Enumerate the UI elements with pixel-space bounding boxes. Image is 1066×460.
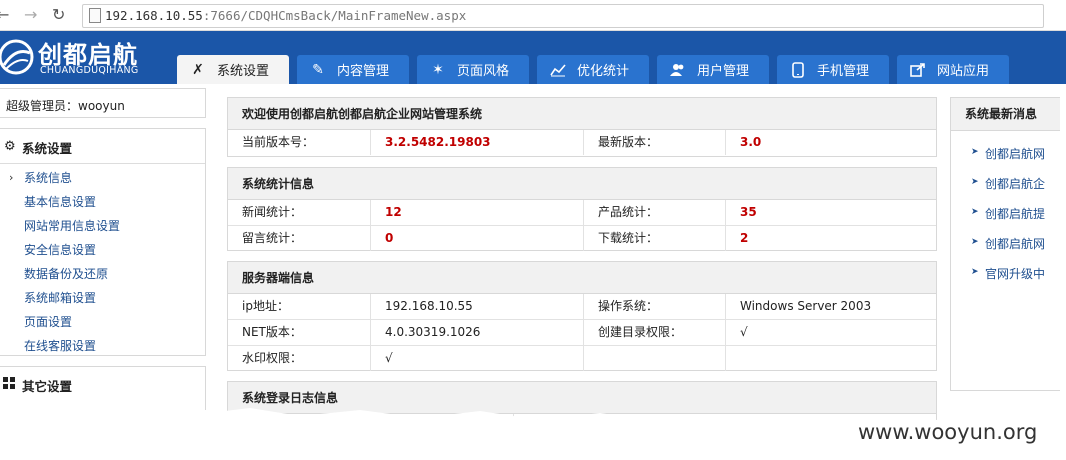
bullet-icon: ➤ bbox=[971, 267, 979, 277]
bullet-icon: ➤ bbox=[971, 237, 979, 247]
server-row: 水印权限： √ bbox=[228, 346, 936, 371]
admin-info: 超级管理员：wooyun bbox=[0, 88, 206, 118]
gear-icon: ⚙ bbox=[4, 139, 16, 154]
bullet-icon: ➤ bbox=[971, 207, 979, 217]
browser-toolbar: ← → ↻ 192.168.10.55:7666/CDQHCmsBack/Mai… bbox=[0, 0, 1066, 31]
stats-row: 新闻统计： 12 产品统计： 35 bbox=[228, 200, 936, 226]
latest-version-value: 3.0 bbox=[740, 135, 762, 149]
users-icon bbox=[669, 61, 687, 79]
tab-page-style[interactable]: ✶ 页面风格 bbox=[417, 55, 529, 84]
news-item[interactable]: 创都启航网 bbox=[985, 235, 1045, 252]
sidebar-item-common-info[interactable]: 网站常用信息设置 bbox=[24, 217, 120, 234]
sidebar-item-security[interactable]: 安全信息设置 bbox=[24, 241, 96, 258]
stats-section: 系统统计信息 新闻统计： 12 产品统计： 35 留言统计： 0 下载统计： 2 bbox=[227, 167, 937, 251]
watermark-permission-value: √ bbox=[385, 351, 393, 365]
tab-content-management[interactable]: ✎ 内容管理 bbox=[297, 55, 409, 84]
bullet-icon: ➤ bbox=[971, 177, 979, 187]
tab-mobile-management[interactable]: 手机管理 bbox=[777, 55, 889, 84]
watermark-text: www.wooyun.org bbox=[858, 420, 1038, 444]
line-chart-icon bbox=[549, 61, 567, 79]
app-header: 创都启航 CHUANGDUQIHANG ✗ 系统设置 ✎ 内容管理 ✶ 页面风格… bbox=[0, 31, 1066, 84]
sidebar-section-header[interactable]: ⚙ 系统设置 bbox=[0, 129, 205, 164]
downloads-stat-value: 2 bbox=[740, 231, 749, 245]
bullet-icon: ➤ bbox=[971, 147, 979, 157]
watermark-permission-label: 水印权限： bbox=[242, 351, 303, 365]
news-stat-value: 12 bbox=[385, 205, 402, 219]
news-item[interactable]: 创都启航提 bbox=[985, 205, 1045, 222]
wrench-icon: ✗ bbox=[192, 61, 204, 78]
grid-icon bbox=[3, 377, 16, 390]
tab-website-apps[interactable]: 网站应用 bbox=[897, 55, 1009, 84]
news-item[interactable]: 官网升级中 bbox=[985, 265, 1045, 282]
ip-label: ip地址： bbox=[242, 299, 289, 313]
sidebar-item-backup[interactable]: 数据备份及还原 bbox=[24, 265, 108, 282]
external-link-icon bbox=[909, 61, 927, 79]
welcome-section: 欢迎使用创都启航创都启航企业网站管理系统 当前版本号： 3.2.5482.198… bbox=[227, 97, 937, 157]
dir-permission-label: 创建目录权限： bbox=[598, 325, 683, 339]
current-version-label: 当前版本号： bbox=[242, 135, 315, 149]
messages-stat-label: 留言统计： bbox=[242, 231, 303, 245]
products-stat-value: 35 bbox=[740, 205, 757, 219]
sidebar-menu: ⚙ 系统设置 › 系统信息 基本信息设置 网站常用信息设置 安全信息设置 数据备… bbox=[0, 128, 206, 356]
back-arrow-icon[interactable]: ← bbox=[0, 5, 9, 24]
address-bar[interactable]: 192.168.10.55:7666/CDQHCmsBack/MainFrame… bbox=[82, 4, 1044, 28]
messages-stat-value: 0 bbox=[385, 231, 394, 245]
server-row: NET版本： 4.0.30319.1026 创建目录权限： √ bbox=[228, 320, 936, 346]
stats-row: 留言统计： 0 下载统计： 2 bbox=[228, 226, 936, 251]
sidebar-item-system-info[interactable]: 系统信息 bbox=[24, 169, 72, 186]
tab-optimization-stats[interactable]: 优化统计 bbox=[537, 55, 649, 84]
reload-icon[interactable]: ↻ bbox=[52, 5, 65, 24]
tab-system-settings[interactable]: ✗ 系统设置 bbox=[177, 55, 289, 84]
logo-swirl-icon bbox=[0, 39, 34, 75]
news-item[interactable]: 创都启航网 bbox=[985, 145, 1045, 162]
logo-subtitle: CHUANGDUQIHANG bbox=[40, 65, 139, 76]
admin-label: 超级管理员：wooyun bbox=[6, 99, 125, 113]
page-icon bbox=[89, 8, 101, 23]
url-text[interactable]: 192.168.10.55:7666/CDQHCmsBack/MainFrame… bbox=[105, 8, 466, 23]
sidebar-item-basic-info[interactable]: 基本信息设置 bbox=[24, 193, 96, 210]
net-version-value: 4.0.30319.1026 bbox=[385, 325, 481, 339]
os-label: 操作系统： bbox=[598, 299, 659, 313]
version-row: 当前版本号： 3.2.5482.19803 最新版本： 3.0 bbox=[228, 130, 936, 155]
server-row: ip地址： 192.168.10.55 操作系统： Windows Server… bbox=[228, 294, 936, 320]
chevron-right-icon: › bbox=[9, 171, 14, 184]
downloads-stat-label: 下载统计： bbox=[598, 231, 659, 245]
products-stat-label: 产品统计： bbox=[598, 205, 659, 219]
stats-title: 系统统计信息 bbox=[228, 168, 936, 200]
os-value: Windows Server 2003 bbox=[740, 299, 872, 313]
forward-arrow-icon[interactable]: → bbox=[24, 5, 37, 24]
server-title: 服务器端信息 bbox=[228, 262, 936, 294]
tab-user-management[interactable]: 用户管理 bbox=[657, 55, 769, 84]
news-item[interactable]: 创都启航企 bbox=[985, 175, 1045, 192]
edit-icon: ✎ bbox=[312, 61, 324, 78]
ip-value: 192.168.10.55 bbox=[385, 299, 473, 313]
sidebar-item-page[interactable]: 页面设置 bbox=[24, 313, 72, 330]
current-version-value: 3.2.5482.19803 bbox=[385, 135, 491, 149]
news-panel: 系统最新消息 ➤ 创都启航网 ➤ 创都启航企 ➤ 创都启航提 ➤ 创都启航网 ➤… bbox=[950, 97, 1060, 391]
net-version-label: NET版本： bbox=[242, 325, 302, 339]
mobile-icon bbox=[789, 61, 807, 79]
news-stat-label: 新闻统计： bbox=[242, 205, 303, 219]
latest-version-label: 最新版本： bbox=[598, 135, 659, 149]
server-section: 服务器端信息 ip地址： 192.168.10.55 操作系统： Windows… bbox=[227, 261, 937, 371]
dir-permission-value: √ bbox=[740, 325, 748, 339]
welcome-title: 欢迎使用创都启航创都启航企业网站管理系统 bbox=[228, 98, 936, 130]
sidebar-item-online-service[interactable]: 在线客服设置 bbox=[24, 337, 96, 354]
news-title: 系统最新消息 bbox=[951, 98, 1060, 131]
sidebar-item-mail[interactable]: 系统邮箱设置 bbox=[24, 289, 96, 306]
magic-wand-icon: ✶ bbox=[432, 61, 444, 78]
